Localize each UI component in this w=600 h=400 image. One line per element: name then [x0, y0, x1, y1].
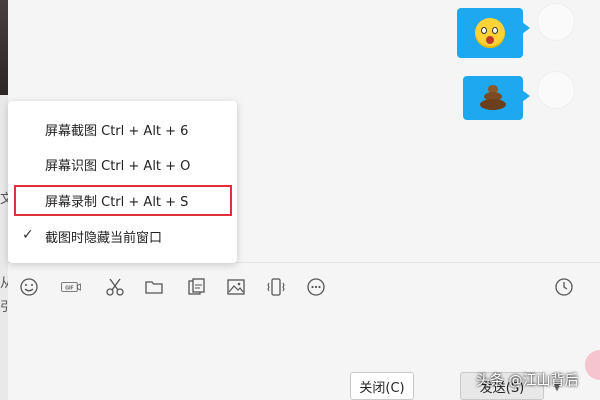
- decorative-corner: [582, 348, 600, 382]
- menu-item-label: 屏幕截图 Ctrl + Alt + 6: [45, 123, 189, 139]
- folder-icon[interactable]: [143, 276, 165, 298]
- history-clock-icon[interactable]: [553, 276, 575, 298]
- gif-icon[interactable]: GIF: [55, 276, 87, 298]
- checkmark-icon: ✓: [22, 227, 34, 243]
- scissors-icon[interactable]: [104, 276, 126, 298]
- screenshot-context-menu: 屏幕截图 Ctrl + Alt + 6 屏幕识图 Ctrl + Alt + O …: [8, 101, 237, 263]
- watermark-text: 头条 @江山背后: [476, 373, 579, 389]
- menu-item-label: 截图时隐藏当前窗口: [45, 230, 163, 246]
- close-button[interactable]: 关闭(C): [350, 372, 414, 400]
- gif-label: GIF: [65, 286, 73, 292]
- menu-item-label: 屏幕识图 Ctrl + Alt + O: [45, 158, 191, 174]
- tongue-face-emoji: [475, 18, 505, 48]
- chat-toolbar: GIF: [8, 262, 600, 310]
- highlight-annotation-box: [14, 185, 232, 216]
- menu-item-screen-capture[interactable]: 屏幕截图 Ctrl + Alt + 6: [8, 114, 237, 144]
- vibrate-icon[interactable]: [265, 276, 287, 298]
- menu-item-hide-window[interactable]: ✓ 截图时隐藏当前窗口: [8, 221, 237, 251]
- sticker-icon[interactable]: [185, 276, 207, 298]
- left-panel-image: [0, 0, 8, 95]
- message-bubble[interactable]: [463, 76, 530, 120]
- poo-emoji: [479, 85, 507, 111]
- avatar[interactable]: [538, 72, 574, 108]
- menu-item-screen-recognize[interactable]: 屏幕识图 Ctrl + Alt + O: [8, 149, 237, 179]
- message-bubble[interactable]: [457, 8, 530, 58]
- image-icon[interactable]: [225, 276, 247, 298]
- avatar[interactable]: [538, 4, 574, 40]
- more-icon[interactable]: [305, 276, 327, 298]
- smiley-icon[interactable]: [18, 276, 40, 298]
